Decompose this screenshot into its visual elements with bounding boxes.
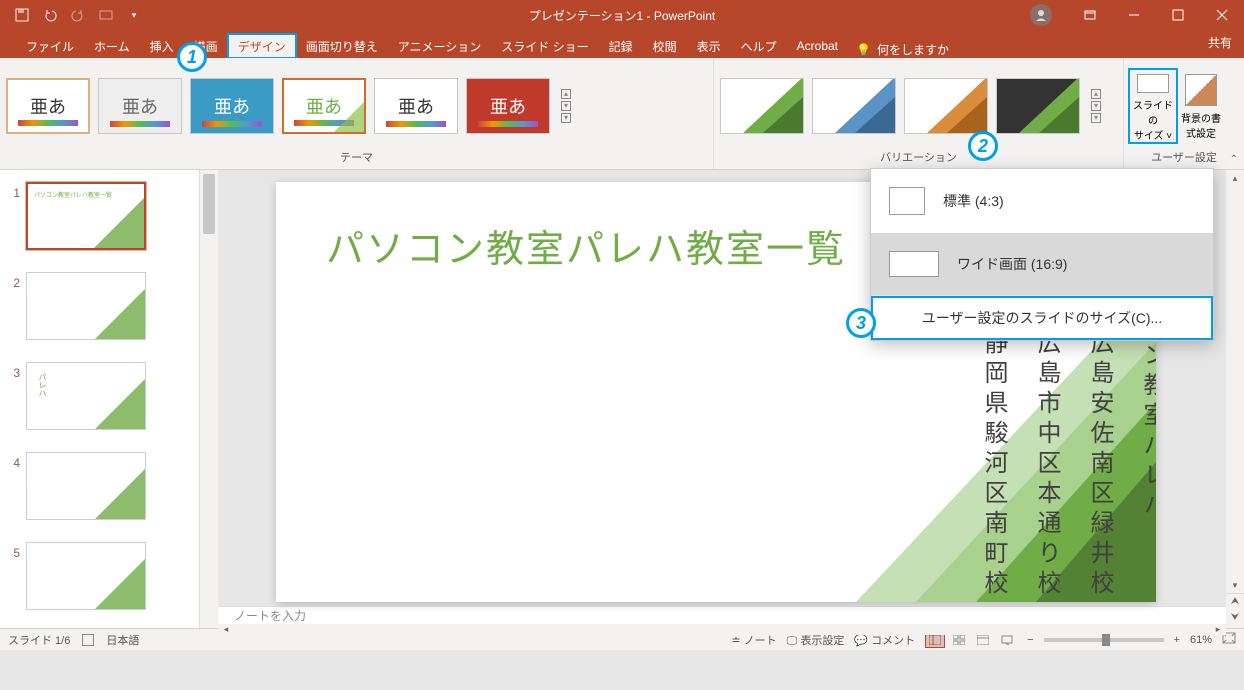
theme-thumb-4[interactable]: 亜あ (282, 78, 366, 134)
format-background-button[interactable]: 背景の書式設定 (1178, 70, 1224, 142)
format-background-icon (1185, 74, 1217, 106)
share-button[interactable]: 共有 (1208, 34, 1232, 51)
ribbon-design: 亜あ 亜あ 亜あ 亜あ 亜あ 亜あ ▴▾▾ テーマ ▴▾▾ バリエーション スラ… (0, 58, 1244, 170)
zoom-slider[interactable] (1044, 638, 1164, 642)
tab-home[interactable]: ホーム (84, 34, 140, 58)
vertical-scrollbar[interactable]: ▴▾ ⮝ ⮟ (1226, 170, 1244, 628)
theme-thumb-5[interactable]: 亜あ (374, 78, 458, 134)
status-slide-count: スライド 1/6 (8, 632, 70, 648)
slide-body-col3: 広島安佐南区緑井校 (1082, 330, 1117, 600)
prev-slide-icon[interactable]: ⮝ (1231, 596, 1240, 610)
ribbon-display-icon[interactable] (1068, 0, 1112, 30)
zoom-out-icon[interactable]: − (1027, 634, 1033, 646)
slide-size-icon (1137, 74, 1169, 93)
variant-2[interactable] (812, 78, 896, 134)
variant-3[interactable] (904, 78, 988, 134)
tell-me[interactable]: 💡何をしますか (856, 41, 949, 58)
ratio-4-3-icon (889, 187, 925, 215)
horizontal-scrollbar[interactable]: ◂▸ (218, 624, 1226, 635)
status-language[interactable]: 日本語 (106, 632, 139, 648)
thumb-slide-1[interactable]: パソコン教室パレハ教室一覧 (26, 182, 146, 250)
thumb-scrollbar[interactable] (200, 170, 218, 628)
group-label-themes: テーマ (6, 149, 707, 167)
themes-more[interactable]: ▴▾▾ (558, 89, 574, 123)
slide-body-col2: 広島市中区本通り校 (1029, 330, 1064, 600)
menu-item-custom-size[interactable]: ユーザー設定のスライドのサイズ(C)... (871, 296, 1213, 340)
annotation-badge-3: 3 (846, 308, 876, 338)
accessibility-icon[interactable] (82, 634, 94, 646)
minimize-icon[interactable] (1112, 0, 1156, 30)
bulb-icon: 💡 (856, 43, 871, 57)
menu-item-standard[interactable]: 標準 (4:3) (871, 169, 1213, 233)
variant-4[interactable] (996, 78, 1080, 134)
titlebar: ▾ プレゼンテーション1 - PowerPoint (0, 0, 1244, 30)
save-icon[interactable] (14, 7, 30, 23)
tab-file[interactable]: ファイル (16, 34, 84, 58)
window-title: プレゼンテーション1 - PowerPoint (529, 7, 715, 24)
ratio-16-9-icon (889, 251, 939, 277)
qat-more-icon[interactable]: ▾ (126, 7, 142, 23)
group-label-variants: バリエーション (720, 149, 1117, 167)
tab-transitions[interactable]: 画面切り替え (296, 34, 388, 58)
slide-thumbnails: 1パソコン教室パレハ教室一覧 2 3パレハ 4 5 6 (0, 170, 200, 628)
thumb-num: 1 (8, 182, 26, 200)
close-icon[interactable] (1200, 0, 1244, 30)
zoom-value[interactable]: 61% (1190, 634, 1212, 646)
maximize-icon[interactable] (1156, 0, 1200, 30)
theme-thumb-2[interactable]: 亜あ (98, 78, 182, 134)
tab-review[interactable]: 校閲 (643, 34, 687, 58)
tab-design[interactable]: デザイン (228, 34, 296, 58)
thumb-num: 4 (8, 452, 26, 470)
theme-thumb-1[interactable]: 亜あ (6, 78, 90, 134)
notes-pane[interactable]: ノートを入力 (218, 606, 1226, 624)
slide-nav: ⮝ ⮟ (1226, 593, 1244, 628)
user-avatar[interactable] (1030, 4, 1052, 26)
tab-animations[interactable]: アニメーション (388, 34, 492, 58)
slide-body-col4: コン教室パレハ (1135, 312, 1156, 522)
zoom-in-icon[interactable]: + (1174, 634, 1180, 646)
theme-thumb-6[interactable]: 亜あ (466, 78, 550, 134)
annotation-badge-1: 1 (177, 42, 207, 72)
annotation-badge-2: 2 (968, 131, 998, 161)
slide-size-menu: 標準 (4:3) ワイド画面 (16:9) ユーザー設定のスライドのサイズ(C)… (870, 168, 1214, 341)
tab-help[interactable]: ヘルプ (731, 34, 787, 58)
menu-item-widescreen[interactable]: ワイド画面 (16:9) (871, 233, 1213, 295)
redo-icon[interactable] (70, 7, 86, 23)
slide-size-button[interactable]: スライドのサイズ ˅ (1130, 70, 1176, 142)
variant-1[interactable] (720, 78, 804, 134)
thumb-slide-4[interactable] (26, 452, 146, 520)
variants-more[interactable]: ▴▾▾ (1088, 89, 1104, 123)
thumb-slide-3[interactable]: パレハ (26, 362, 146, 430)
slide-title: パソコン教室パレハ教室一覧 (326, 218, 846, 273)
tab-slideshow[interactable]: スライド ショー (491, 34, 598, 58)
start-from-beginning-icon[interactable] (98, 7, 114, 23)
tab-record[interactable]: 記録 (599, 34, 643, 58)
tab-acrobat[interactable]: Acrobat (787, 34, 848, 58)
thumb-slide-5[interactable] (26, 542, 146, 610)
collapse-ribbon-icon[interactable]: ⌃ (1230, 154, 1238, 165)
thumb-num: 3 (8, 362, 26, 380)
tab-view[interactable]: 表示 (687, 34, 731, 58)
thumb-slide-2[interactable] (26, 272, 146, 340)
undo-icon[interactable] (42, 7, 58, 23)
main-area: 1パソコン教室パレハ教室一覧 2 3パレハ 4 5 6 パソコン教室パレハ教室一… (0, 170, 1244, 628)
theme-thumb-3[interactable]: 亜あ (190, 78, 274, 134)
next-slide-icon[interactable]: ⮟ (1231, 612, 1240, 626)
group-label-user: ユーザー設定 (1130, 149, 1238, 167)
thumb-num: 2 (8, 272, 26, 290)
thumb-num: 5 (8, 542, 26, 560)
slide-body-col1: 静岡県駿河区南町校 (976, 330, 1011, 600)
